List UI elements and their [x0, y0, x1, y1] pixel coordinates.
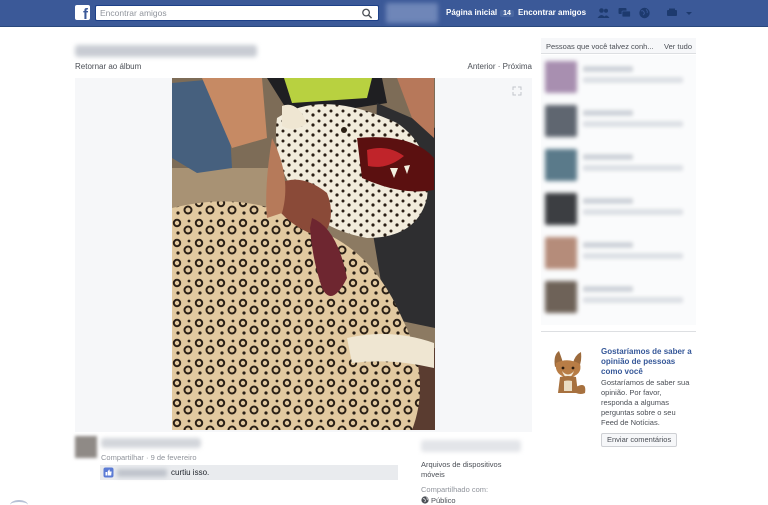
- globe-icon: [421, 496, 429, 504]
- pymk-name[interactable]: [583, 286, 633, 292]
- account-menu-chevron-icon[interactable]: [684, 7, 694, 19]
- pymk-name[interactable]: [583, 198, 633, 204]
- owner-avatar[interactable]: [75, 436, 97, 458]
- home-count-badge: 14: [500, 10, 514, 17]
- feedback-survey-card: Gostaríamos de saber a opinião de pessoa…: [541, 331, 696, 455]
- pymk-avatar[interactable]: [545, 237, 577, 269]
- album-title: [75, 45, 257, 57]
- fullscreen-expand-icon[interactable]: [512, 86, 522, 96]
- next-photo-link[interactable]: Próxima: [503, 62, 532, 71]
- top-navigation-bar: f Página inicial14 Encontrar amigos: [0, 0, 768, 27]
- home-label: Página inicial: [446, 8, 498, 17]
- pymk-item[interactable]: [545, 147, 693, 183]
- feedback-text: Gostaríamos de saber sua opinião. Por fa…: [601, 378, 690, 427]
- pymk-avatar[interactable]: [545, 105, 577, 137]
- like-text: curtiu isso.: [171, 468, 210, 477]
- meta-separator: ·: [146, 453, 149, 462]
- pymk-add-friend[interactable]: [583, 253, 683, 259]
- photo-meta-line: Compartilhar · 9 de fevereiro: [101, 453, 197, 462]
- owner-name[interactable]: [101, 438, 201, 448]
- post-date[interactable]: 9 de fevereiro: [151, 453, 197, 462]
- feedback-title[interactable]: Gostaríamos de saber a opinião de pessoa…: [601, 347, 695, 377]
- pymk-name[interactable]: [583, 66, 633, 72]
- pymk-item[interactable]: [545, 103, 693, 139]
- find-friends-link[interactable]: Encontrar amigos: [518, 8, 586, 17]
- pymk-name[interactable]: [583, 110, 633, 116]
- pymk-avatar[interactable]: [545, 281, 577, 313]
- pymk-item[interactable]: [545, 279, 693, 315]
- facebook-logo[interactable]: f: [75, 5, 90, 20]
- liker-name[interactable]: [117, 469, 167, 477]
- privacy-shortcuts-icon[interactable]: [666, 7, 679, 19]
- notifications-globe-icon[interactable]: [638, 7, 651, 19]
- pymk-add-friend[interactable]: [583, 209, 683, 215]
- friend-requests-icon[interactable]: [597, 7, 610, 19]
- pymk-item[interactable]: [545, 191, 693, 227]
- likes-summary: curtiu isso.: [100, 465, 398, 480]
- search-input[interactable]: [100, 7, 350, 19]
- shared-with-label: Compartilhado com:: [421, 485, 489, 494]
- previous-photo-link[interactable]: Anterior: [468, 62, 496, 71]
- privacy-label: Público: [431, 496, 456, 505]
- share-link[interactable]: Compartilhar: [101, 453, 144, 462]
- pymk-add-friend[interactable]: [583, 121, 683, 127]
- search-icon[interactable]: [361, 8, 373, 19]
- pymk-avatar[interactable]: [545, 61, 577, 93]
- pymk-item[interactable]: [545, 59, 693, 95]
- profile-link[interactable]: [386, 3, 438, 23]
- privacy-setting[interactable]: Público: [421, 496, 456, 505]
- album-name-link[interactable]: Arquivos de dispositivos móveis: [421, 460, 521, 480]
- see-all-link[interactable]: Ver tudo: [664, 42, 692, 51]
- people-you-may-know-header: Pessoas que você talvez conh... Ver tudo: [541, 38, 696, 54]
- people-you-may-know-list: [541, 55, 696, 325]
- pymk-add-friend[interactable]: [583, 297, 683, 303]
- pymk-avatar[interactable]: [545, 193, 577, 225]
- thumbs-up-icon: [103, 467, 114, 478]
- pymk-name[interactable]: [583, 242, 633, 248]
- home-link[interactable]: Página inicial 14: [446, 8, 514, 17]
- photo-pager: Anterior · Próxima: [468, 62, 533, 71]
- pymk-add-friend[interactable]: [583, 77, 683, 83]
- send-feedback-button[interactable]: Enviar comentários: [601, 433, 678, 447]
- pager-separator: ·: [497, 62, 501, 71]
- jaguar-photo[interactable]: [172, 78, 435, 430]
- pymk-name[interactable]: [583, 154, 633, 160]
- pymk-item[interactable]: [545, 235, 693, 271]
- fox-mascot-icon: [554, 351, 586, 394]
- pymk-title: Pessoas que você talvez conh...: [546, 42, 654, 51]
- album-meta-blurred: [421, 440, 521, 452]
- loading-indicator: [10, 500, 28, 505]
- pymk-add-friend[interactable]: [583, 165, 683, 171]
- messages-icon[interactable]: [618, 7, 631, 19]
- search-box: [95, 5, 379, 21]
- pymk-avatar[interactable]: [545, 149, 577, 181]
- back-to-album-link[interactable]: Retornar ao álbum: [75, 62, 141, 71]
